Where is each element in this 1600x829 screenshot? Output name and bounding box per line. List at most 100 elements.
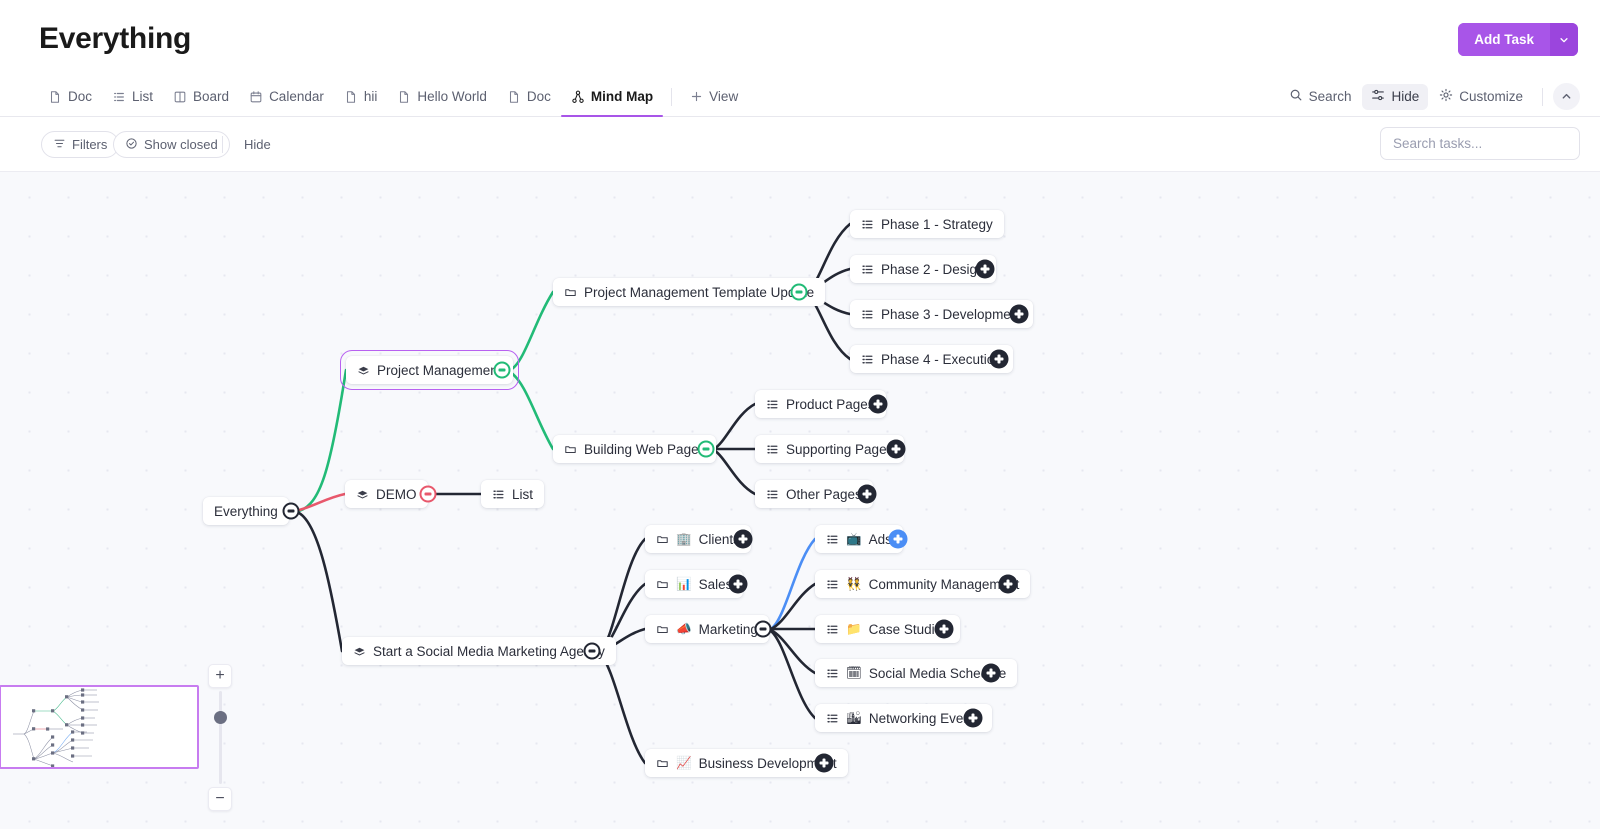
add-view-button[interactable]: View xyxy=(680,76,748,117)
add-child-button-phase-3[interactable] xyxy=(1010,305,1029,324)
list-icon xyxy=(492,488,505,501)
node-label: Community Management xyxy=(869,577,1020,592)
add-child-button-business-development[interactable] xyxy=(815,754,834,773)
mindmap-node-building-web-pages[interactable]: Building Web Pages xyxy=(553,435,716,463)
tab-board[interactable]: Board xyxy=(163,76,239,117)
add-task-group: Add Task xyxy=(1458,23,1578,56)
zoom-slider-track[interactable] xyxy=(219,691,222,784)
tab-label: hii xyxy=(364,89,378,104)
collapse-toggle-building-web-pages[interactable] xyxy=(698,441,715,458)
mindmap-node-phase-4[interactable]: Phase 4 - Execution xyxy=(850,345,1013,373)
mindmap-node-phase-2[interactable]: Phase 2 - Design xyxy=(850,255,996,283)
node-label: Sales xyxy=(699,577,733,592)
mindmap-node-supporting-pages[interactable]: Supporting Pages xyxy=(755,435,904,463)
add-child-button-case-studies[interactable] xyxy=(935,620,954,639)
add-child-button-supporting-pages[interactable] xyxy=(887,440,906,459)
add-task-button[interactable]: Add Task xyxy=(1458,23,1550,56)
customize-button[interactable]: Customize xyxy=(1430,84,1532,110)
search-tasks-input[interactable] xyxy=(1380,127,1580,160)
hide-button[interactable]: Hide xyxy=(1362,84,1428,110)
add-child-button-social-media-schedule[interactable] xyxy=(982,664,1001,683)
zoom-slider-thumb[interactable] xyxy=(214,711,227,724)
mindmap-node-phase-3[interactable]: Phase 3 - Development xyxy=(850,300,1033,328)
chevron-up-icon[interactable] xyxy=(1553,83,1580,110)
tab-doc-1[interactable]: Doc xyxy=(38,76,102,117)
add-child-button-networking-events[interactable] xyxy=(964,709,983,728)
node-label: Start a Social Media Marketing Agency xyxy=(373,644,605,659)
list-icon xyxy=(826,667,839,680)
megaphone-emoji: 📣 xyxy=(676,623,692,636)
zoom-controls: + − xyxy=(208,664,232,811)
tab-doc-2[interactable]: Doc xyxy=(497,76,561,117)
gear-icon xyxy=(1439,88,1453,105)
add-child-button-product-pages[interactable] xyxy=(869,395,888,414)
sliders-icon xyxy=(1371,88,1385,105)
node-label: Project Management Template Update xyxy=(584,285,814,300)
mindmap-node-demo[interactable]: DEMO xyxy=(345,480,428,508)
search-icon xyxy=(1289,88,1303,105)
folder-icon xyxy=(656,533,669,546)
mindmap-node-product-pages[interactable]: Product Pages xyxy=(755,390,886,418)
mindmap-node-marketing[interactable]: 📣 Marketing xyxy=(645,615,769,643)
mindmap-node-root[interactable]: Everything xyxy=(203,497,289,525)
tab-hello-world[interactable]: Hello World xyxy=(387,76,497,117)
zoom-out-button[interactable]: − xyxy=(208,787,232,811)
tab-hii[interactable]: hii xyxy=(334,76,388,117)
add-child-button-clients[interactable] xyxy=(734,530,753,549)
collapse-toggle-root[interactable] xyxy=(283,503,300,520)
doc-icon xyxy=(397,90,411,104)
mindmap-node-project-management[interactable]: Project Management xyxy=(346,356,513,384)
mindmap-canvas[interactable]: Everything Project Management DEMO Start… xyxy=(0,172,1600,829)
add-child-button-other-pages[interactable] xyxy=(858,485,877,504)
doc-icon xyxy=(507,90,521,104)
view-tab-bar: Doc List Board Calendar xyxy=(0,76,1600,117)
doc-icon xyxy=(344,90,358,104)
mindmap-node-smma[interactable]: Start a Social Media Marketing Agency xyxy=(342,637,616,665)
task-icon xyxy=(357,364,370,377)
add-child-button-phase-4[interactable] xyxy=(990,350,1009,369)
add-child-button-ads[interactable] xyxy=(889,530,908,549)
toolbar-divider xyxy=(1542,88,1543,106)
chevron-down-icon[interactable] xyxy=(1550,23,1578,56)
office-building-emoji: 🏢 xyxy=(676,533,692,546)
zoom-in-button[interactable]: + xyxy=(208,664,232,688)
collapse-toggle-demo[interactable] xyxy=(420,486,437,503)
node-label: Building Web Pages xyxy=(584,442,705,457)
list-icon xyxy=(861,218,874,231)
collapse-toggle-marketing[interactable] xyxy=(755,621,772,638)
folder-icon xyxy=(656,578,669,591)
tab-label: Calendar xyxy=(269,89,324,104)
hide-filters-button[interactable]: Hide xyxy=(236,131,279,158)
tab-mind-map[interactable]: Mind Map xyxy=(561,76,663,117)
node-label: Phase 4 - Execution xyxy=(881,352,1002,367)
mindmap-node-list[interactable]: List xyxy=(481,480,544,508)
mindmap-node-other-pages[interactable]: Other Pages xyxy=(755,480,873,508)
node-label: Product Pages xyxy=(786,397,875,412)
node-label: Everything xyxy=(214,504,278,519)
list-icon xyxy=(861,353,874,366)
add-child-button-phase-2[interactable] xyxy=(976,260,995,279)
plus-icon xyxy=(690,90,703,103)
search-button[interactable]: Search xyxy=(1280,84,1361,110)
minimap[interactable] xyxy=(0,685,199,769)
list-icon xyxy=(861,308,874,321)
filters-chip[interactable]: Filters xyxy=(41,131,119,158)
folder-icon xyxy=(656,623,669,636)
calendar-icon xyxy=(249,90,263,104)
tab-label: Board xyxy=(193,89,229,104)
tab-label: Doc xyxy=(527,89,551,104)
view-toolbar-right: Search Hide Customize xyxy=(1280,76,1580,117)
tab-list[interactable]: List xyxy=(102,76,163,117)
add-child-button-sales[interactable] xyxy=(729,575,748,594)
collapse-toggle-smma[interactable] xyxy=(584,643,601,660)
view-tabs: Doc List Board Calendar xyxy=(38,76,748,117)
app-header: Everything Add Task xyxy=(0,0,1600,76)
collapse-toggle-project-management[interactable] xyxy=(494,362,511,379)
node-label: List xyxy=(512,487,533,502)
tab-calendar[interactable]: Calendar xyxy=(239,76,334,117)
show-closed-chip[interactable]: Show closed xyxy=(113,131,230,158)
mindmap-node-pm-template-update[interactable]: Project Management Template Update xyxy=(553,278,825,306)
collapse-toggle-pm-template-update[interactable] xyxy=(791,284,808,301)
mindmap-node-phase-1[interactable]: Phase 1 - Strategy xyxy=(850,210,1004,238)
add-child-button-community-management[interactable] xyxy=(999,575,1018,594)
